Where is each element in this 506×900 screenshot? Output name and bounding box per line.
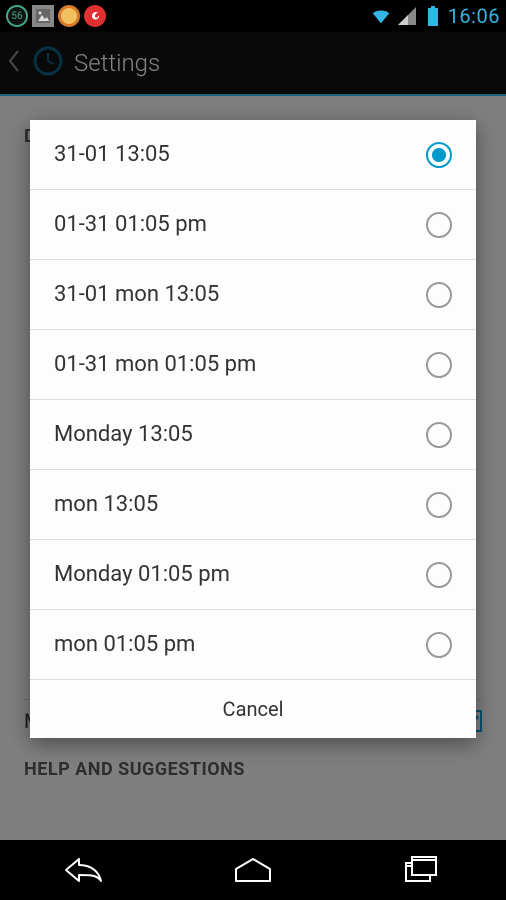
notification-badge-icon: 56 [6, 5, 28, 27]
radio-icon [426, 212, 452, 238]
date-format-option-7[interactable]: mon 01:05 pm [30, 610, 476, 680]
cancel-button[interactable]: Cancel [30, 680, 476, 738]
date-format-option-0[interactable]: 31-01 13:05 [30, 120, 476, 190]
gallery-icon [32, 5, 54, 27]
radio-icon [426, 562, 452, 588]
option-label: mon 01:05 pm [54, 632, 195, 657]
date-format-option-2[interactable]: 31-01 mon 13:05 [30, 260, 476, 330]
date-format-option-1[interactable]: 01-31 01:05 pm [30, 190, 476, 260]
status-right: 16:06 [370, 4, 500, 28]
option-label: Monday 01:05 pm [54, 562, 230, 587]
signal-icon [396, 5, 418, 27]
battery-icon [422, 5, 444, 27]
nav-back-button[interactable] [49, 850, 119, 890]
nav-home-button[interactable] [218, 850, 288, 890]
radio-icon [426, 142, 452, 168]
status-time: 16:06 [448, 4, 500, 28]
status-left: 56 [6, 5, 106, 27]
option-label: 01-31 01:05 pm [54, 212, 207, 237]
date-format-option-6[interactable]: Monday 01:05 pm [30, 540, 476, 610]
radio-icon [426, 352, 452, 378]
option-label: 01-31 mon 01:05 pm [54, 352, 256, 377]
vodafone-icon [84, 5, 106, 27]
option-label: 31-01 13:05 [54, 142, 170, 167]
nav-bar [0, 840, 506, 900]
option-label: 31-01 mon 13:05 [54, 282, 219, 307]
app-notif-icon [58, 5, 80, 27]
date-format-dialog: 31-01 13:05 01-31 01:05 pm 31-01 mon 13:… [30, 120, 476, 738]
option-label: mon 13:05 [54, 492, 158, 517]
radio-icon [426, 422, 452, 448]
nav-recent-button[interactable] [387, 850, 457, 890]
date-format-option-5[interactable]: mon 13:05 [30, 470, 476, 540]
option-label: Monday 13:05 [54, 422, 193, 447]
radio-icon [426, 492, 452, 518]
radio-icon [426, 632, 452, 658]
wifi-icon [370, 5, 392, 27]
date-format-option-4[interactable]: Monday 13:05 [30, 400, 476, 470]
date-format-option-3[interactable]: 01-31 mon 01:05 pm [30, 330, 476, 400]
radio-icon [426, 282, 452, 308]
status-bar: 56 16:06 [0, 0, 506, 32]
